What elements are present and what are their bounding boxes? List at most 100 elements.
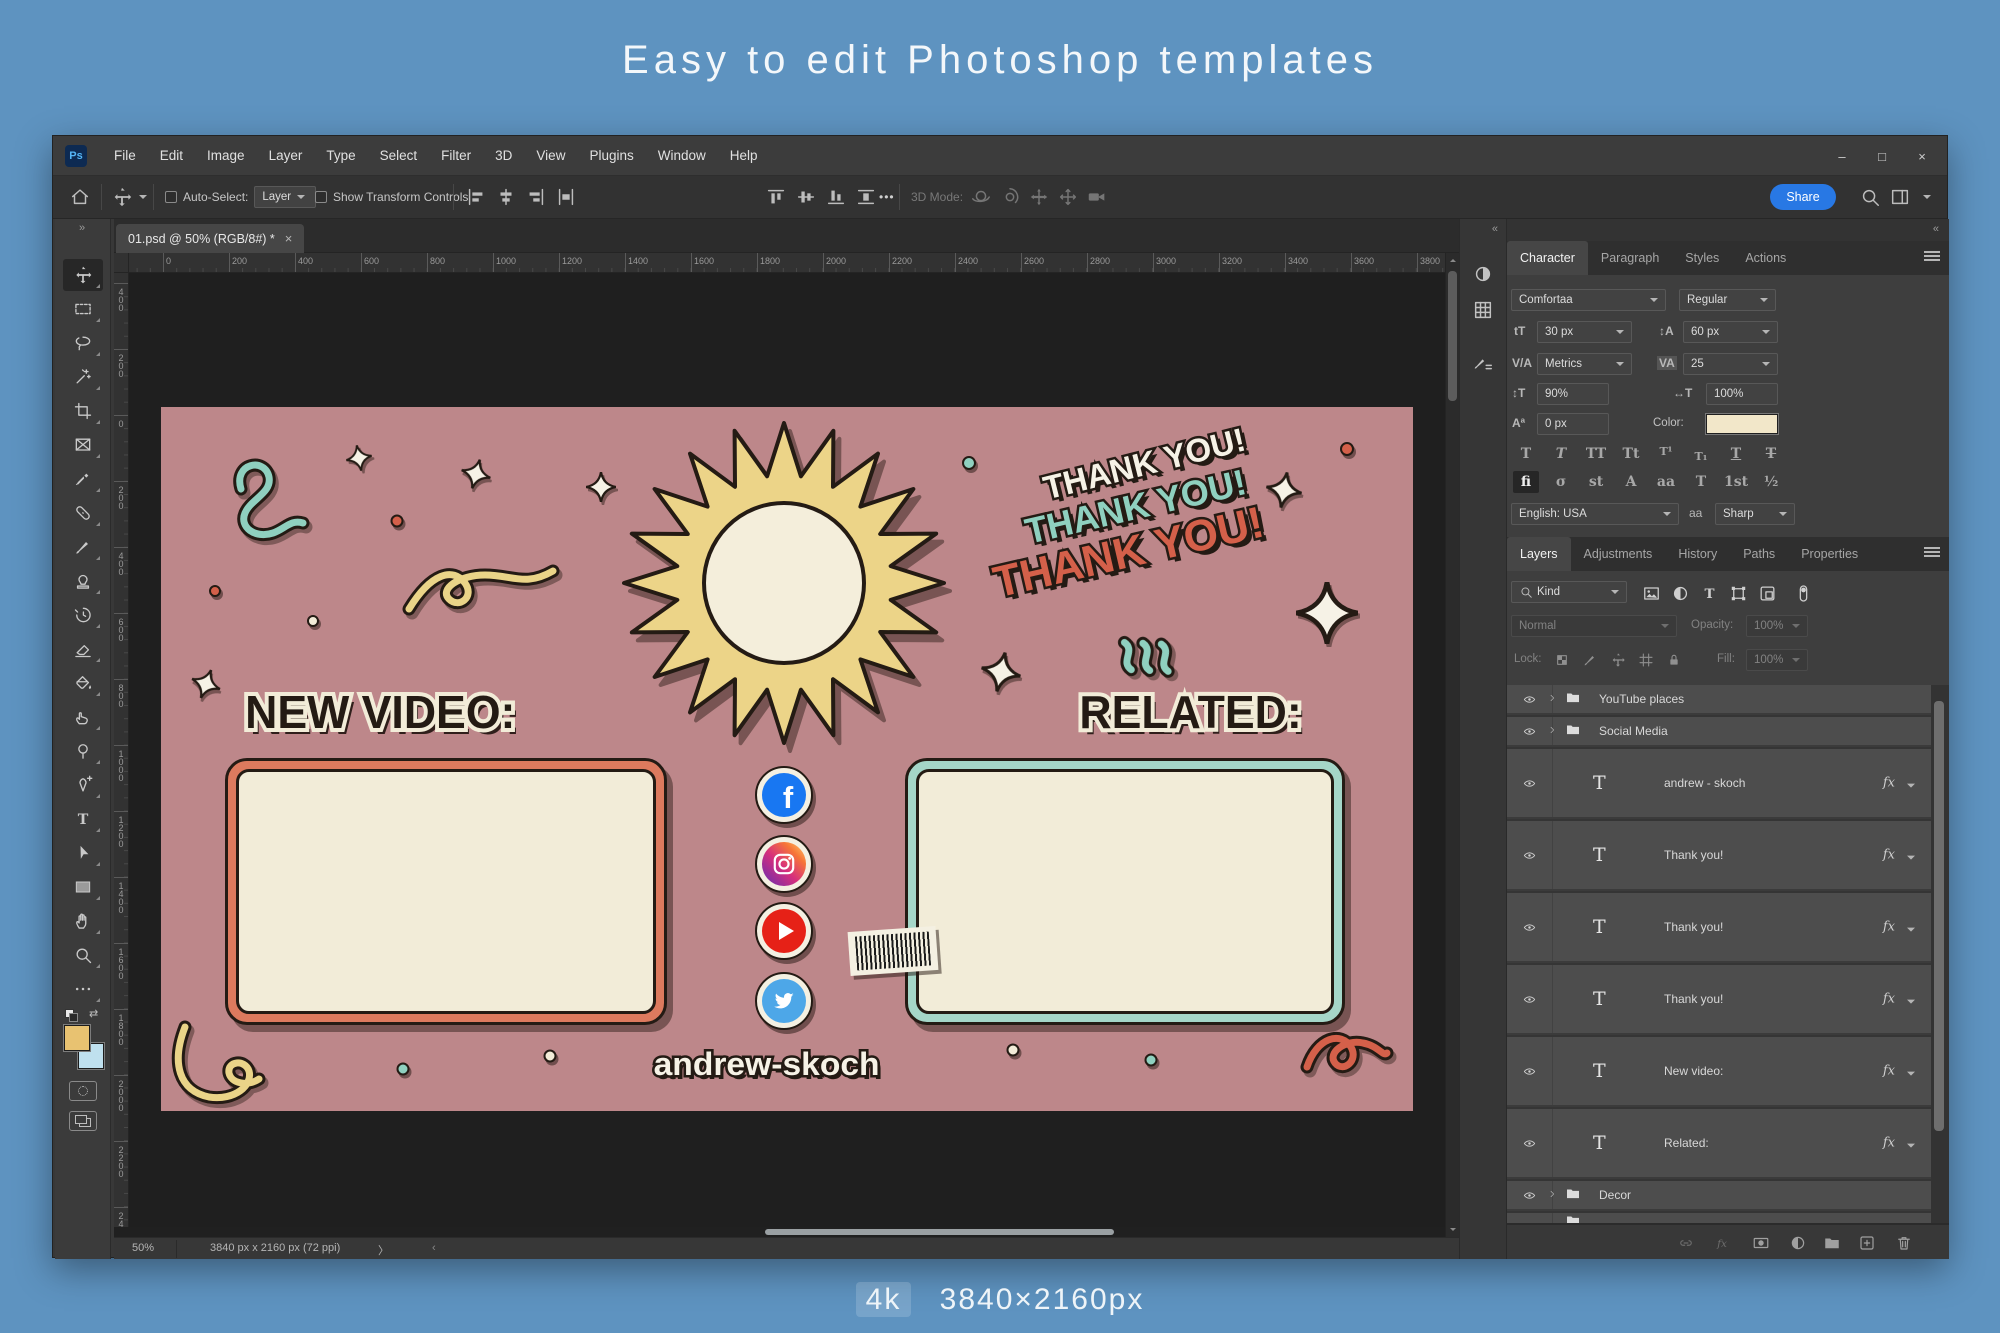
layer-style-icon[interactable]: fx bbox=[1711, 1232, 1733, 1254]
discretionary-ligatures-button[interactable]: st bbox=[1583, 471, 1609, 493]
filter-adjustment-layers-icon[interactable] bbox=[1668, 581, 1692, 605]
filtering-toggle-icon[interactable] bbox=[1791, 581, 1815, 605]
layer-effects-badge[interactable]: fx bbox=[1883, 1136, 1895, 1151]
layer-row-group[interactable]: Social Media bbox=[1507, 717, 1931, 747]
layer-effects-badge[interactable]: fx bbox=[1883, 920, 1895, 935]
eraser-tool[interactable] bbox=[63, 633, 103, 665]
layer-effects-badge[interactable]: fx bbox=[1883, 776, 1895, 791]
underline-button[interactable]: T bbox=[1723, 443, 1749, 465]
tab-layers[interactable]: Layers bbox=[1507, 537, 1571, 571]
minimize-icon[interactable]: – bbox=[1835, 149, 1849, 164]
expand-group-icon[interactable] bbox=[1547, 1188, 1557, 1202]
lock-all-icon[interactable] bbox=[1663, 649, 1685, 671]
fill-field[interactable]: 100% bbox=[1746, 649, 1808, 671]
more-align-options[interactable]: ••• bbox=[879, 190, 895, 204]
layer-effects-caret-icon[interactable] bbox=[1907, 784, 1915, 792]
swash-button[interactable]: A bbox=[1618, 471, 1644, 493]
layers-panel-menu-icon[interactable] bbox=[1924, 547, 1940, 557]
horizontal-scrollbar[interactable] bbox=[129, 1227, 1445, 1237]
small-caps-button[interactable]: Tt bbox=[1618, 443, 1644, 465]
horizontal-scrollbar-thumb[interactable] bbox=[765, 1229, 1114, 1235]
menu-help[interactable]: Help bbox=[719, 144, 769, 167]
tab-paragraph[interactable]: Paragraph bbox=[1588, 241, 1672, 275]
layer-effects-badge[interactable]: fx bbox=[1883, 992, 1895, 1007]
layer-effects-badge[interactable]: fx bbox=[1883, 1064, 1895, 1079]
layers-scrollbar-thumb[interactable] bbox=[1934, 701, 1944, 1131]
new-layer-icon[interactable] bbox=[1856, 1232, 1878, 1254]
layer-visibility-icon[interactable] bbox=[1507, 749, 1553, 817]
collapsed-panel-color-icon[interactable] bbox=[1472, 263, 1496, 287]
menu-file[interactable]: File bbox=[103, 144, 147, 167]
font-size-dropdown[interactable]: 30 px bbox=[1537, 321, 1632, 343]
expand-tools-icon[interactable]: » bbox=[55, 222, 110, 234]
lock-artboard-icon[interactable] bbox=[1635, 649, 1657, 671]
superscript-button[interactable]: T¹ bbox=[1653, 443, 1679, 465]
smudge-tool[interactable] bbox=[63, 701, 103, 733]
object-selection-tool[interactable] bbox=[63, 361, 103, 393]
edit-toolbar[interactable] bbox=[63, 973, 103, 1005]
distribute-vertical-icon[interactable] bbox=[855, 186, 877, 208]
menu-edit[interactable]: Edit bbox=[149, 144, 194, 167]
layer-visibility-icon[interactable] bbox=[1507, 821, 1553, 889]
menu-image[interactable]: Image bbox=[196, 144, 256, 167]
layer-effects-caret-icon[interactable] bbox=[1907, 1072, 1915, 1080]
auto-select-checkbox[interactable] bbox=[165, 191, 177, 203]
lock-position-icon[interactable] bbox=[1607, 649, 1629, 671]
auto-select-dropdown[interactable]: Layer bbox=[254, 186, 316, 208]
layer-effects-badge[interactable]: fx bbox=[1883, 848, 1895, 863]
expand-group-icon[interactable] bbox=[1547, 724, 1557, 738]
canvas-pasteboard[interactable]: NEW VIDEO:RELATED:THANK YOU!THANK YOU!TH… bbox=[129, 273, 1445, 1227]
anti-alias-dropdown[interactable]: Sharp bbox=[1715, 503, 1795, 525]
layer-effects-caret-icon[interactable] bbox=[1907, 856, 1915, 864]
vertical-scale-field[interactable]: 90% bbox=[1537, 383, 1609, 405]
opacity-field[interactable]: 100% bbox=[1746, 615, 1808, 637]
clone-stamp-tool[interactable] bbox=[63, 565, 103, 597]
lock-pixels-icon[interactable] bbox=[1579, 649, 1601, 671]
layer-visibility-icon[interactable] bbox=[1507, 1037, 1553, 1105]
expand-group-icon[interactable] bbox=[1547, 692, 1557, 706]
horizontal-scale-field[interactable]: 100% bbox=[1706, 383, 1778, 405]
font-family-dropdown[interactable]: Comfortaa bbox=[1511, 289, 1666, 311]
filter-shape-layers-icon[interactable] bbox=[1726, 581, 1750, 605]
vertical-scrollbar-thumb[interactable] bbox=[1448, 271, 1457, 401]
paint-bucket-tool[interactable] bbox=[63, 667, 103, 699]
swap-colors-icon[interactable]: ⇄ bbox=[89, 1007, 98, 1020]
standard-ligatures-button[interactable]: fi bbox=[1513, 471, 1539, 493]
tab-styles[interactable]: Styles bbox=[1672, 241, 1732, 275]
search-icon[interactable] bbox=[1859, 186, 1881, 208]
tab-properties[interactable]: Properties bbox=[1788, 537, 1871, 571]
menu-select[interactable]: Select bbox=[369, 144, 429, 167]
frame-tool[interactable] bbox=[63, 429, 103, 461]
delete-layer-icon[interactable] bbox=[1893, 1232, 1915, 1254]
character-panel-menu-icon[interactable] bbox=[1924, 251, 1940, 261]
tab-paths[interactable]: Paths bbox=[1730, 537, 1788, 571]
blend-mode-dropdown[interactable]: Normal bbox=[1511, 615, 1677, 637]
filter-smart-objects-icon[interactable] bbox=[1755, 581, 1779, 605]
layer-row-group[interactable]: Decor bbox=[1507, 1181, 1931, 1211]
zoom-tool[interactable] bbox=[63, 939, 103, 971]
rectangle-tool[interactable] bbox=[63, 871, 103, 903]
spot-healing-brush-tool[interactable] bbox=[63, 497, 103, 529]
tab-actions[interactable]: Actions bbox=[1732, 241, 1799, 275]
all-caps-button[interactable]: TT bbox=[1583, 443, 1609, 465]
rectangular-marquee-tool[interactable] bbox=[63, 293, 103, 325]
fractions-button[interactable]: ½ bbox=[1758, 471, 1784, 493]
ruler-origin[interactable] bbox=[114, 253, 129, 273]
contextual-alternates-button[interactable]: σ bbox=[1548, 471, 1574, 493]
font-style-dropdown[interactable]: Regular bbox=[1679, 289, 1776, 311]
new-group-icon[interactable] bbox=[1821, 1232, 1843, 1254]
align-horizontal-centers-icon[interactable] bbox=[495, 186, 517, 208]
tab-history[interactable]: History bbox=[1665, 537, 1730, 571]
menu-window[interactable]: Window bbox=[647, 144, 717, 167]
home-icon[interactable] bbox=[69, 186, 91, 208]
titling-alternates-button[interactable]: T bbox=[1688, 471, 1714, 493]
layer-visibility-icon[interactable] bbox=[1507, 1109, 1553, 1177]
strikethrough-button[interactable]: T bbox=[1758, 443, 1784, 465]
layer-row-text[interactable]: TRelated:fx bbox=[1507, 1109, 1931, 1179]
collapse-dock-icon[interactable]: « bbox=[1933, 223, 1939, 235]
subscript-button[interactable]: T₁ bbox=[1688, 443, 1714, 465]
add-layer-mask-icon[interactable] bbox=[1750, 1232, 1772, 1254]
lock-transparency-icon[interactable] bbox=[1551, 649, 1573, 671]
tab-adjustments[interactable]: Adjustments bbox=[1571, 537, 1666, 571]
align-right-edges-icon[interactable] bbox=[525, 186, 547, 208]
